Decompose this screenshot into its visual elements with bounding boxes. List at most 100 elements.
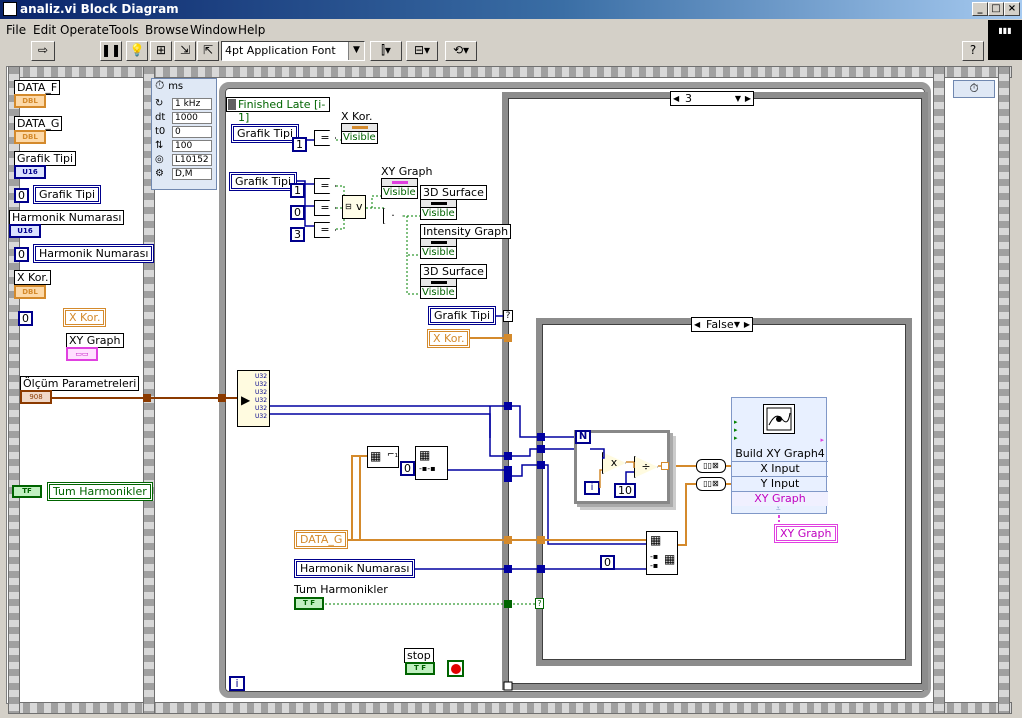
const-0-index-2[interactable]: 0 bbox=[600, 555, 615, 570]
harmonik-tunnel-2 bbox=[537, 565, 545, 573]
array-size-node[interactable]: ▦ ⌐₁ bbox=[367, 446, 399, 468]
xy-graph-indicator[interactable]: XY Graph bbox=[774, 524, 838, 543]
convert-y-node[interactable]: ▯▯⊠ bbox=[696, 477, 726, 491]
xy-graph-property-node[interactable]: Visible bbox=[381, 178, 418, 199]
intensity-property-node[interactable]: Visible bbox=[420, 238, 457, 259]
unbundle-node[interactable]: ▶ U32 U32 U32 U32 U32 U32 bbox=[237, 370, 270, 427]
for-loop-output-tunnel bbox=[661, 462, 669, 470]
harmonik-tunnel-1 bbox=[504, 565, 512, 573]
x-kor-prop-label: X Kor. bbox=[341, 110, 373, 123]
array-icon: ▦ bbox=[370, 449, 382, 463]
surface-1-property-node[interactable]: Visible bbox=[420, 199, 457, 220]
tunnel-b1 bbox=[504, 402, 512, 410]
tunnel-b5 bbox=[537, 433, 545, 441]
for-wire-1 bbox=[590, 448, 605, 459]
for-wire-4 bbox=[624, 471, 634, 485]
const-0-index[interactable]: 0 bbox=[400, 461, 415, 476]
y-input-terminal[interactable]: Y Input bbox=[732, 476, 828, 491]
compound-or-node[interactable]: ⊟ v bbox=[342, 195, 366, 219]
compound-icon: ⊟ bbox=[345, 202, 352, 211]
wire-inner-2 bbox=[508, 448, 540, 457]
wire-y-input bbox=[676, 483, 697, 546]
for-wire-2 bbox=[599, 469, 602, 488]
or-label: v bbox=[356, 200, 363, 213]
for-wire-3 bbox=[626, 461, 635, 468]
tunnel-b2 bbox=[504, 452, 512, 460]
index-icon: -▪-▪ bbox=[419, 464, 436, 473]
const-1-top[interactable]: 1 bbox=[292, 137, 307, 152]
index-array-node-2[interactable]: ▦ -▪ -▪ ▦ bbox=[646, 531, 678, 575]
const-0[interactable]: 0 bbox=[290, 205, 305, 220]
x-kor-terminal-2[interactable]: X Kor. bbox=[427, 329, 471, 348]
error-out-icon: ▸ bbox=[820, 436, 824, 444]
prop-ref-icon bbox=[421, 200, 456, 208]
data-g-local-variable[interactable]: DATA_G bbox=[294, 530, 349, 549]
error-in-icon: ▸ ▸ ▸ bbox=[734, 418, 738, 442]
prop-ref-bar bbox=[431, 202, 447, 205]
wire-inner-1 bbox=[508, 405, 540, 438]
data-g-tunnel-1 bbox=[504, 536, 512, 544]
intensity-label: Intensity Graph bbox=[420, 224, 512, 239]
array-icon: ▦ bbox=[419, 448, 431, 462]
tum-harm-tunnel bbox=[504, 600, 512, 608]
cluster-tunnel-1 bbox=[143, 394, 151, 402]
index-array-node[interactable]: ▦ -▪-▪ bbox=[415, 446, 448, 480]
xkor-tunnel bbox=[504, 334, 512, 342]
size-icon: ⌐₁ bbox=[387, 450, 399, 460]
surface-1-label: 3D Surface bbox=[420, 185, 487, 200]
array-out-icon: ▦ bbox=[664, 552, 676, 566]
tum-harmonikler-label: Tum Harmonikler bbox=[294, 583, 388, 596]
tunnel-b6 bbox=[537, 445, 545, 453]
prop-ref-icon bbox=[421, 279, 456, 287]
case-selector-terminal-inner: ? bbox=[535, 598, 544, 609]
x-kor-property-node[interactable]: Visible bbox=[341, 123, 378, 144]
xy-icon-svg bbox=[766, 407, 792, 431]
wires-layer bbox=[52, 139, 780, 691]
xy-graph-vi-icon bbox=[763, 404, 795, 434]
expand-arrow-icon: ⩡ bbox=[776, 504, 781, 513]
surface-2-label: 3D Surface bbox=[420, 264, 487, 279]
surface-2-property-node[interactable]: Visible bbox=[420, 278, 457, 299]
array-icon: ▦ bbox=[650, 533, 662, 547]
stop-condition-terminal[interactable] bbox=[447, 660, 464, 677]
prop-ref-icon bbox=[382, 179, 417, 187]
x-input-terminal[interactable]: X Input bbox=[732, 461, 828, 476]
convert-x-node[interactable]: ▯▯⊠ bbox=[696, 459, 726, 473]
grafik-tipi-terminal-1[interactable]: Grafik Tipi bbox=[231, 124, 300, 143]
tunnel-b3 bbox=[504, 466, 512, 474]
prop-ref-bar bbox=[431, 281, 447, 284]
build-xy-title: Build XY Graph4 bbox=[735, 447, 825, 460]
visible-property: Visible bbox=[422, 287, 455, 298]
const-1[interactable]: 1 bbox=[290, 183, 305, 198]
harmonik-numarasi-terminal[interactable]: Harmonik Numarası bbox=[294, 559, 416, 578]
visible-property: Visible bbox=[383, 187, 416, 198]
for-loop-wires bbox=[590, 448, 666, 488]
tunnel-b7 bbox=[537, 461, 545, 469]
stop-icon bbox=[451, 664, 461, 674]
prop-ref-bar bbox=[352, 126, 368, 129]
tunnel-b4 bbox=[504, 474, 512, 482]
grafik-tipi-selector-terminal[interactable]: Grafik Tipi bbox=[428, 306, 497, 325]
xy-graph-prop-label: XY Graph bbox=[381, 165, 433, 178]
index-icon: -▪-▪ bbox=[650, 552, 659, 570]
const-3[interactable]: 3 bbox=[290, 227, 305, 242]
build-xy-graph-express-vi[interactable]: Build XY Graph4 X Input Y Input XY Graph… bbox=[731, 397, 828, 514]
cluster-tunnel-2 bbox=[218, 394, 226, 402]
xy-icon-dot bbox=[776, 416, 782, 422]
prop-ref-bar bbox=[392, 181, 408, 184]
data-g-tunnel-2 bbox=[537, 536, 545, 544]
stop-terminal[interactable]: T F bbox=[405, 662, 435, 675]
prop-ref-icon bbox=[421, 239, 456, 247]
visible-property: Visible bbox=[422, 247, 455, 258]
case-selector-terminal: ? bbox=[503, 310, 513, 322]
prop-ref-icon bbox=[342, 124, 377, 132]
unbundle-outputs: U32 U32 U32 U32 U32 U32 bbox=[255, 373, 268, 420]
grafik-tipi-terminal-2[interactable]: Grafik Tipi bbox=[229, 172, 298, 191]
tunnel-b8 bbox=[503, 681, 513, 691]
unbundle-arrow-icon: ▶ bbox=[241, 393, 251, 407]
visible-property: Visible bbox=[422, 208, 455, 219]
visible-property: Visible bbox=[343, 132, 376, 143]
tum-harmonikler-bool-terminal[interactable]: T F bbox=[294, 597, 324, 610]
wire-inner-3 bbox=[508, 464, 540, 477]
prop-ref-bar bbox=[431, 241, 447, 244]
